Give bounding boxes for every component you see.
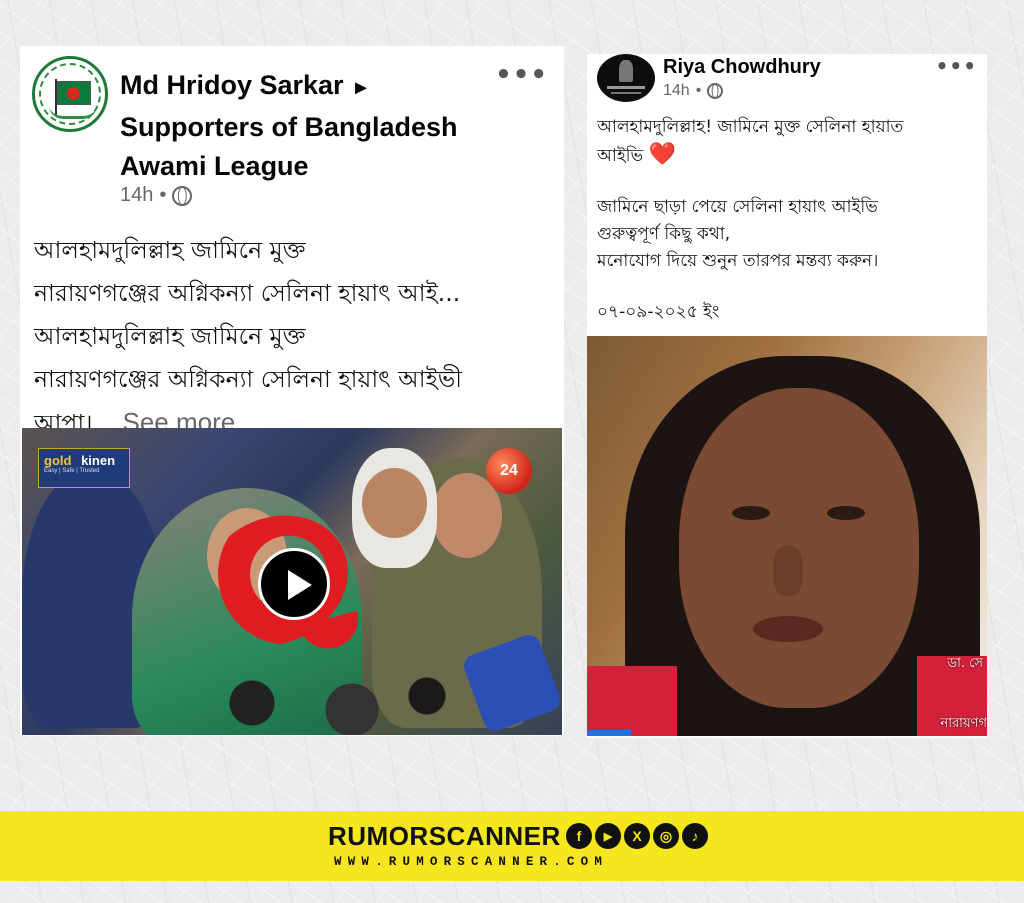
post-text-fragment: আইভি <box>597 146 644 166</box>
post-time[interactable]: 14h <box>120 184 153 207</box>
post-date: ০৭-০৯-২০২৫ ইং <box>597 302 720 322</box>
author-name[interactable]: Riya Chowdhury <box>663 56 821 79</box>
video-scene <box>679 388 919 708</box>
channel24-logo: 24 <box>486 448 532 494</box>
post-text-line: আইভি ❤️ <box>597 141 982 170</box>
more-options-icon[interactable]: ••• <box>936 54 977 78</box>
video-scene <box>827 506 865 520</box>
globe-icon <box>172 185 193 206</box>
post-video-thumbnail[interactable]: gold kinen Easy | Safe | Trusted 24 <box>22 428 562 735</box>
post-text-line: মনোযোগ দিয়ে শুনুন তারপর মন্তব্য করুন। <box>597 251 879 271</box>
meta-separator: • <box>159 184 167 206</box>
video-scene <box>773 546 803 596</box>
post-text: আলহামদুলিল্লাহ! জামিনে মুক্ত সেলিনা হায়… <box>597 114 982 326</box>
sponsor-logo-text: gold <box>44 453 72 468</box>
post-header: Md Hridoy Sarkar ► Supporters of Banglad… <box>120 66 500 186</box>
meta-separator: • <box>695 82 702 99</box>
video-scene <box>732 506 770 520</box>
post-text-line: আলহামদুলিল্লাহ জামিনে মুক্ত <box>34 236 306 264</box>
post-text: আলহামদুলিল্লাহ জামিনে মুক্ত নারায়ণগঞ্জে… <box>34 229 554 445</box>
brand-name: RUMORSCANNER <box>328 821 561 851</box>
post-text-line: জামিনে ছাড়া পেয়ে সেলিনা হায়াৎ আইভি <box>597 197 878 217</box>
post-meta: 14h • <box>120 184 193 207</box>
sponsor-tagline: Easy | Safe | Trusted <box>44 468 100 474</box>
post-meta: 14h • <box>663 82 724 100</box>
share-arrow-icon: ► <box>351 77 371 99</box>
rumorscanner-footer: RUMORSCANNER f ▶ X ◎ ♪ WWW.RUMORSCANNER.… <box>0 811 1024 881</box>
video-caption: নারায়ণগ <box>940 716 988 731</box>
post-text-line: আলহামদুলিল্লাহ! জামিনে মুক্ত সেলিনা হায়… <box>597 117 904 137</box>
post-text-line: নারায়ণগঞ্জের অগ্নিকন্যা সেলিনা হায়াৎ আ… <box>34 279 461 307</box>
microphones <box>202 668 452 735</box>
post-video-thumbnail[interactable]: ডা. সে নারায়ণগ <box>587 336 987 736</box>
group-name[interactable]: Supporters of Bangladesh Awami League <box>120 112 458 181</box>
video-scene <box>753 616 823 642</box>
facebook-post-riya-chowdhury: Riya Chowdhury ••• 14h • আলহামদুলিল্লাহ!… <box>587 54 987 738</box>
facebook-icon: f <box>566 823 592 849</box>
x-icon: X <box>624 823 650 849</box>
play-icon[interactable] <box>258 548 330 620</box>
heart-emoji-icon: ❤️ <box>648 142 677 167</box>
globe-icon <box>707 83 724 99</box>
profile-avatar[interactable] <box>597 54 655 102</box>
instagram-icon: ◎ <box>653 823 679 849</box>
video-scene <box>362 468 427 538</box>
sponsor-logo-text: kinen <box>81 453 116 468</box>
facebook-post-md-hridoy-sarkar: Md Hridoy Sarkar ► Supporters of Banglad… <box>20 46 564 736</box>
post-text-line: নারায়ণগঞ্জের অগ্নিকন্যা সেলিনা হায়াৎ আ… <box>34 365 463 393</box>
more-options-icon[interactable]: ••• <box>495 60 548 90</box>
awami-league-logo-avatar[interactable] <box>32 56 108 132</box>
video-progress-bar <box>587 730 631 736</box>
sponsor-logo: gold kinen Easy | Safe | Trusted <box>38 448 130 488</box>
author-name[interactable]: Md Hridoy Sarkar <box>120 70 344 100</box>
tiktok-icon: ♪ <box>682 823 708 849</box>
video-scene <box>587 666 677 736</box>
post-text-line: আলহামদুলিল্লাহ জামিনে মুক্ত <box>34 322 306 350</box>
website-url: WWW.RUMORSCANNER.COM <box>334 855 609 869</box>
youtube-icon: ▶ <box>595 823 621 849</box>
post-text-line: গুরুত্বপূর্ণ কিছু কথা, <box>597 224 731 244</box>
post-time[interactable]: 14h <box>663 82 690 100</box>
social-icons: f ▶ X ◎ ♪ <box>566 823 708 849</box>
video-caption: ডা. সে <box>947 656 983 671</box>
